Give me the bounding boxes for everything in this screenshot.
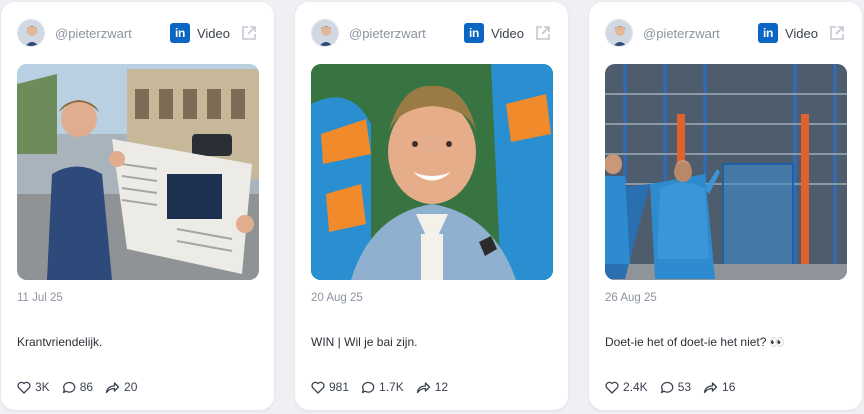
likes-stat: 981 (311, 380, 349, 394)
avatar[interactable] (17, 19, 45, 47)
comments-count: 1.7K (379, 380, 404, 394)
network-badge: in Video (169, 23, 230, 43)
avatar[interactable] (311, 19, 339, 47)
linkedin-icon: in (169, 23, 190, 43)
comment-icon (660, 381, 673, 393)
post-card[interactable]: @pieterzwart in Video (295, 2, 568, 410)
share-icon (416, 381, 430, 393)
comments-stat: 86 (62, 380, 93, 394)
external-link-icon[interactable] (240, 24, 258, 42)
engagement-stats: 3K 86 20 (17, 378, 149, 396)
account-handle[interactable]: @pieterzwart (643, 26, 758, 41)
likes-count: 2.4K (623, 380, 648, 394)
post-card[interactable]: @pieterzwart in Video (1, 2, 274, 410)
post-thumbnail[interactable] (605, 64, 847, 280)
comments-stat: 53 (660, 380, 691, 394)
heart-icon (17, 381, 31, 394)
shares-count: 16 (722, 380, 736, 394)
share-icon (703, 381, 718, 393)
post-card[interactable]: @pieterzwart in Video (589, 2, 862, 410)
post-thumbnail[interactable] (17, 64, 259, 280)
shares-count: 20 (124, 380, 138, 394)
network-badge: in Video (463, 23, 524, 43)
media-type-label: Video (196, 25, 230, 41)
post-date: 26 Aug 25 (605, 292, 657, 304)
heart-icon (311, 381, 325, 394)
likes-stat: 2.4K (605, 380, 648, 394)
card-header: @pieterzwart in Video (17, 18, 258, 48)
post-caption: WIN | Wil je bai zijn. (311, 335, 418, 349)
likes-stat: 3K (17, 380, 50, 394)
comment-icon (62, 381, 75, 393)
likes-count: 3K (35, 380, 50, 394)
post-caption: Krantvriendelijk. (17, 335, 103, 349)
shares-stat: 16 (703, 380, 735, 394)
engagement-stats: 981 1.7K 12 (311, 378, 460, 396)
shares-stat: 12 (416, 380, 448, 394)
shares-count: 12 (434, 380, 449, 394)
engagement-stats: 2.4K 53 16 (605, 378, 747, 396)
post-date: 20 Aug 25 (311, 292, 363, 304)
account-handle[interactable]: @pieterzwart (55, 26, 170, 41)
media-type-label: Video (784, 25, 818, 41)
post-thumbnail[interactable] (311, 64, 553, 280)
likes-count: 981 (329, 380, 350, 394)
post-date: 11 Jul 25 (17, 292, 63, 304)
avatar[interactable] (605, 19, 633, 47)
card-header: @pieterzwart in Video (311, 18, 552, 48)
external-link-icon[interactable] (828, 24, 846, 42)
card-header: @pieterzwart in Video (605, 18, 846, 48)
comments-count: 86 (79, 380, 94, 394)
share-icon (105, 381, 120, 393)
post-caption: Doet-ie het of doet-ie het niet? 👀 (605, 335, 785, 349)
network-badge: in Video (757, 23, 818, 43)
external-link-icon[interactable] (534, 24, 552, 42)
comments-count: 53 (677, 380, 692, 394)
comment-icon (361, 381, 375, 393)
shares-stat: 20 (105, 380, 137, 394)
media-type-label: Video (490, 25, 524, 41)
heart-icon (605, 381, 619, 394)
comments-stat: 1.7K (361, 380, 404, 394)
linkedin-icon: in (463, 23, 484, 43)
account-handle[interactable]: @pieterzwart (349, 26, 464, 41)
linkedin-icon: in (757, 23, 778, 43)
